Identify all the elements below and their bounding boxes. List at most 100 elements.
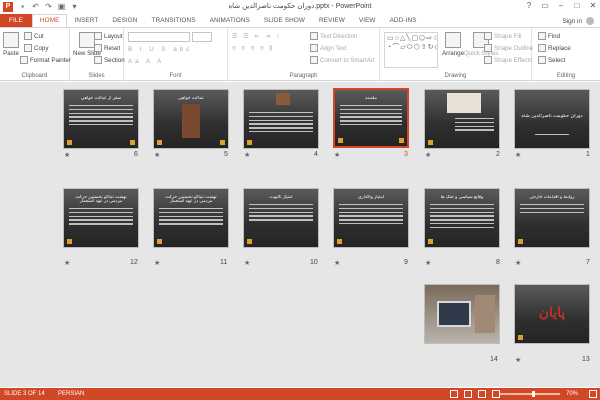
align-text-button[interactable]: Align Text	[310, 44, 347, 52]
brush-icon	[20, 56, 28, 64]
minimize-button[interactable]: –	[556, 1, 566, 10]
laptop-image	[437, 301, 471, 327]
shape-outline-button[interactable]: Shape Outline	[484, 44, 533, 52]
slide-thumbnail-3[interactable]: مقدمه	[333, 88, 409, 148]
slide-thumbnail-14[interactable]	[424, 284, 500, 344]
select-button[interactable]: Select	[538, 56, 565, 64]
slide-sorter-view-icon[interactable]	[464, 390, 472, 398]
slide-title: دوران حکومت ناصرالدین شاه	[521, 114, 583, 118]
tab-view[interactable]: VIEW	[352, 14, 383, 27]
font-size-dropdown[interactable]	[192, 32, 212, 42]
tab-add-ins[interactable]: ADD-INS	[383, 14, 424, 27]
zoom-level[interactable]: 70%	[566, 388, 578, 400]
slide-thumbnail-11[interactable]: نهضت تنباکو نخستین حرکت مردمی در عهد است…	[153, 188, 229, 248]
font-format-buttons[interactable]: B I U S abc	[128, 46, 192, 53]
tab-file[interactable]: FILE	[0, 14, 32, 27]
format-painter-button[interactable]: Format Painter	[20, 56, 71, 64]
slide-thumbnail-2[interactable]	[424, 89, 500, 149]
fit-to-window-icon[interactable]	[589, 390, 597, 398]
shape-fill-button[interactable]: Shape Fill	[484, 32, 522, 40]
cut-button[interactable]: Cut	[24, 32, 44, 40]
slide-corner-icon	[518, 335, 523, 340]
slide-text-lines	[69, 105, 133, 128]
tab-home[interactable]: HOME	[31, 14, 68, 27]
slide-title: نهضت تنباکو نخستین حرکت مردمی در عهد است…	[165, 195, 217, 203]
slide-text-lines	[455, 118, 494, 133]
slideshow-view-icon[interactable]	[492, 390, 500, 398]
tab-slide-show[interactable]: SLIDE SHOW	[257, 14, 312, 27]
slide-title: امتیاز واگذاری	[357, 195, 385, 199]
reset-button[interactable]: Reset	[94, 44, 120, 52]
tab-review[interactable]: REVIEW	[312, 14, 352, 27]
tab-insert[interactable]: INSERT	[67, 14, 105, 27]
slide-thumbnail-8[interactable]: وقایع سیاسی و جنگ ها	[424, 188, 500, 248]
slide-title: عدالت خواهی	[178, 96, 204, 100]
arrange-button[interactable]: Arrange	[442, 32, 464, 57]
copy-button[interactable]: Copy	[24, 44, 48, 52]
slide-title: امتیاز تالبوت	[269, 195, 293, 199]
reading-view-icon[interactable]	[478, 390, 486, 398]
slide-thumbnail-13[interactable]: پایان	[514, 284, 590, 344]
new-slide-icon	[78, 32, 95, 48]
tab-design[interactable]: DESIGN	[105, 14, 144, 27]
layout-button[interactable]: Layout	[94, 32, 123, 40]
help-button[interactable]: ?	[524, 1, 534, 10]
shape-effects-button[interactable]: Shape Effects	[484, 56, 532, 64]
convert-smartart-button[interactable]: Convert to SmartArt	[310, 56, 375, 64]
slide-corner-icon	[67, 140, 72, 145]
slide-number: 12	[130, 259, 138, 266]
maximize-button[interactable]: □	[572, 1, 582, 10]
font-label: Font	[169, 73, 182, 79]
language-indicator[interactable]: PERSIAN	[58, 388, 84, 400]
sign-in[interactable]: Sign in	[562, 17, 594, 25]
view-buttons	[450, 388, 500, 398]
slide-thumbnail-10[interactable]: امتیاز تالبوت	[243, 188, 319, 248]
tab-animations[interactable]: ANIMATIONS	[203, 14, 257, 27]
zoom-slider-thumb[interactable]	[532, 391, 535, 397]
sign-in-label[interactable]: Sign in	[562, 18, 582, 25]
slide-number: 4	[314, 151, 318, 158]
tab-transitions[interactable]: TRANSITIONS	[145, 14, 203, 27]
slide-thumbnail-9[interactable]: امتیاز واگذاری	[333, 188, 409, 248]
slide-title: پایان	[538, 305, 566, 321]
star-icon: ★	[64, 152, 71, 159]
slide-counter: SLIDE 3 OF 14	[4, 391, 45, 397]
star-icon: ★	[334, 260, 341, 267]
paste-button[interactable]: Paste	[3, 32, 19, 57]
slide-thumbnail-1[interactable]: دوران حکومت ناصرالدین شاه	[514, 89, 590, 149]
reset-icon	[94, 44, 102, 52]
cut-label: Cut	[34, 32, 44, 40]
list-buttons[interactable]: ☰ ☰ ⇤ ⇥ ↕	[232, 33, 281, 40]
slide-text-lines	[520, 204, 584, 215]
font-name-dropdown[interactable]	[128, 32, 190, 42]
slide-image	[475, 295, 495, 333]
font-color-buttons[interactable]: Aa A A	[128, 58, 164, 65]
slide-number: 3	[404, 151, 408, 158]
ribbon-display-button[interactable]: ▭	[540, 1, 550, 10]
find-button[interactable]: Find	[538, 32, 560, 40]
replace-label: Replace	[548, 44, 571, 52]
outline-icon	[484, 44, 492, 52]
text-direction-icon	[310, 32, 318, 40]
close-button[interactable]: ✕	[588, 1, 598, 10]
slide-thumbnail-4[interactable]	[243, 89, 319, 149]
slide-sorter[interactable]: دوران حکومت ناصرالدین شاه 1 ★ 2 ★ مقدمه …	[0, 82, 600, 387]
slide-thumbnail-7[interactable]: روابط و اقدامات خارجی	[514, 188, 590, 248]
slide-number: 8	[496, 259, 500, 266]
section-button[interactable]: Section	[94, 56, 125, 64]
layout-icon	[94, 32, 102, 40]
zoom-slider[interactable]	[500, 393, 560, 395]
text-direction-button[interactable]: Text Direction	[310, 32, 357, 40]
convert-smartart-label: Convert to SmartArt	[320, 56, 375, 64]
replace-button[interactable]: Replace	[538, 44, 571, 52]
normal-view-icon[interactable]	[450, 390, 458, 398]
slide-thumbnail-12[interactable]: نهضت تنباکو نخستین حرکت مردمی در عهد است…	[63, 188, 139, 248]
slide-thumbnail-5[interactable]: عدالت خواهی	[153, 89, 229, 149]
slide-image	[447, 93, 481, 113]
shapes-gallery[interactable]: ▭○△╲▢⬠⇨☆{}◔⌒▱⬭⬡⇧↻◇	[384, 32, 438, 68]
slide-thumbnail-6[interactable]: سفر از عدالت خواهی	[63, 89, 139, 149]
align-buttons[interactable]: ≡ ≡ ≡ ≡ ⫼	[232, 45, 274, 53]
paragraph-group: ☰ ☰ ⇤ ⇥ ↕ ≡ ≡ ≡ ≡ ⫼ Text Direction Align…	[228, 28, 380, 81]
section-label: Section	[104, 56, 125, 64]
slide-text-lines	[340, 105, 402, 128]
